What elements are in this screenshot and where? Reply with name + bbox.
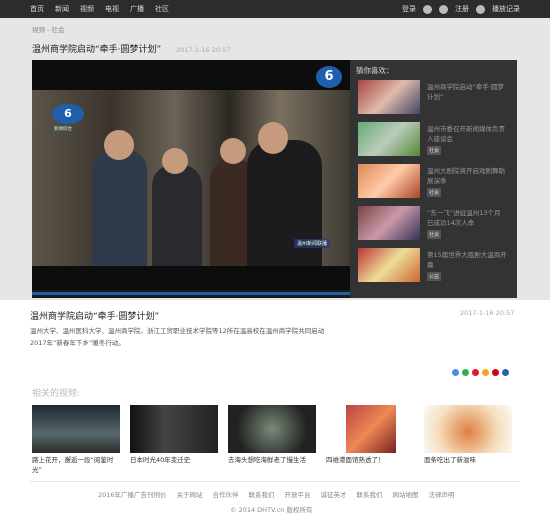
player-controls[interactable] — [32, 290, 350, 298]
info-date: 2017-1-16 20:57 — [460, 309, 515, 317]
recommend-item[interactable]: “东一飞”进驻温州13个月 已成功14次人命 社会 — [358, 206, 513, 242]
recommend-title[interactable]: 温州商学院启动“牵手·圆梦计划” — [427, 82, 509, 102]
person-head — [162, 148, 188, 174]
person-figure — [92, 150, 147, 266]
category-badge: 公益 — [427, 272, 442, 281]
footer-link[interactable]: 合作伙伴 — [213, 489, 239, 499]
description-line: 2017年“新春年下乡”暖冬行动。 — [30, 339, 125, 347]
footer-links: 2016年广播广告刊例价 关于网站 合作伙伴 联系我们 开放平台 诚征英才 联系… — [98, 489, 455, 499]
footer-link[interactable]: 网站地图 — [393, 489, 419, 499]
wechat-icon[interactable] — [462, 369, 469, 376]
info-title: 温州商学院启动“牵手·圆梦计划” — [30, 312, 160, 322]
nav-video[interactable]: 视频 — [80, 4, 94, 14]
login-link[interactable]: 登录 — [402, 4, 416, 14]
video-title: 温州商学院启动“牵手·圆梦计划” — [32, 45, 162, 55]
footer-divider — [30, 481, 520, 482]
video-player[interactable]: 6 温州新闻联播 6 新闻综合 — [32, 60, 350, 298]
footer-link[interactable]: 法律声明 — [429, 489, 455, 499]
top-nav-bar: 首页 新闻 视频 电视 广播 社区 登录 注册 播放记录 — [0, 0, 550, 18]
recommend-item[interactable]: 温州商学院启动“牵手·圆梦计划” — [358, 80, 513, 116]
footer-link[interactable]: 2016年广播广告刊例价 — [98, 489, 167, 499]
thumbnail-image[interactable] — [228, 405, 316, 453]
related-item[interactable]: 日本时光40年变迁史 — [130, 405, 218, 465]
person-head — [104, 130, 134, 160]
related-heading: 相关的视频: — [32, 389, 81, 399]
progress-bar[interactable] — [32, 292, 350, 295]
person-figure — [152, 165, 202, 266]
category-badge: 社会 — [427, 230, 442, 239]
pinterest-icon[interactable] — [492, 369, 499, 376]
baidu-icon[interactable] — [502, 369, 509, 376]
related-caption[interactable]: 面条吃出了新滋味 — [424, 455, 512, 465]
user-actions: 登录 注册 播放记录 — [402, 0, 520, 18]
history-link[interactable]: 播放记录 — [492, 4, 520, 14]
nav-news[interactable]: 新闻 — [55, 4, 69, 14]
page-title: 温州商学院启动“牵手·圆梦计划” 2017-1-16 20:57 — [32, 42, 231, 55]
related-item[interactable]: 去海头想吃海鲜老了慢生活 — [228, 405, 316, 465]
person-head — [258, 122, 288, 154]
thumbnail-image[interactable] — [358, 80, 420, 114]
related-caption[interactable]: 四维港面馆熟透了！ — [326, 455, 410, 465]
station-tag: 温州新闻联播 — [293, 239, 330, 248]
recommend-title[interactable]: 第15届世界大瓯剧大温商开幕 — [427, 250, 509, 270]
channel-logo-icon: 6 — [316, 66, 342, 88]
weibo-icon[interactable] — [423, 4, 432, 14]
video-date: 2017-1-16 20:57 — [176, 46, 231, 54]
thumbnail-image[interactable] — [130, 405, 218, 453]
recommend-sidebar: 猜你喜欢： 温州商学院启动“牵手·圆梦计划” 温州市委召开新闻媒体负责人座谈会 … — [350, 60, 517, 298]
footer-link[interactable]: 联系我们 — [249, 489, 275, 499]
footer-link[interactable]: 开放平台 — [285, 489, 311, 499]
related-caption[interactable]: 路上花开，邂逅一段“阅鉴时光” — [32, 455, 120, 475]
thumbnail-image[interactable] — [424, 405, 512, 453]
sidebar-heading: 猜你喜欢： — [356, 66, 394, 75]
related-item[interactable]: 面条吃出了新滋味 — [424, 405, 512, 465]
footer-link[interactable]: 诚征英才 — [321, 489, 347, 499]
recommend-title[interactable]: “东一飞”进驻温州13个月 已成功14次人命 — [427, 208, 509, 228]
channel-label: 新闻综合 — [54, 127, 72, 132]
station-logo-icon: 6 — [52, 104, 84, 124]
nav-tv[interactable]: 电视 — [105, 4, 119, 14]
qzone-icon[interactable] — [482, 369, 489, 376]
thumbnail-image[interactable] — [358, 206, 420, 240]
footer-link[interactable]: 关于网站 — [177, 489, 203, 499]
share-bar — [452, 369, 509, 376]
recommend-item[interactable]: 温州市委召开新闻媒体负责人座谈会 社会 — [358, 122, 513, 158]
nav-community[interactable]: 社区 — [155, 4, 169, 14]
register-link[interactable]: 注册 — [455, 4, 469, 14]
copyright: © 2014 DHTV.cn 版权所有 — [230, 506, 313, 514]
thumbnail-image[interactable] — [358, 164, 420, 198]
nav-home[interactable]: 首页 — [30, 4, 44, 14]
thumbnail-image[interactable] — [358, 248, 420, 282]
recommend-title[interactable]: 温州市委召开新闻媒体负责人座谈会 — [427, 124, 509, 144]
clock-icon — [476, 4, 485, 14]
recommend-item[interactable]: 温州大剧院将开启戏剧舞蹈展演季 社会 — [358, 164, 513, 200]
category-badge: 社会 — [427, 188, 442, 197]
qq-icon[interactable] — [439, 4, 448, 14]
recommend-item[interactable]: 第15届世界大瓯剧大温商开幕 公益 — [358, 248, 513, 284]
related-item[interactable]: 四维港面馆熟透了！ — [326, 405, 410, 465]
related-caption[interactable]: 去海头想吃海鲜老了慢生活 — [228, 455, 316, 465]
thumbnail-image[interactable] — [32, 405, 120, 453]
category-badge: 社会 — [427, 146, 442, 155]
share-plus-icon[interactable] — [452, 369, 459, 376]
person-head — [220, 138, 246, 164]
related-item[interactable]: 路上花开，邂逅一段“阅鉴时光” — [32, 405, 120, 475]
breadcrumb[interactable]: 视频 - 社会 — [32, 24, 64, 34]
related-caption[interactable]: 日本时光40年变迁史 — [130, 455, 218, 465]
thumbnail-image[interactable] — [358, 122, 420, 156]
info-description: 温州大学、温州医科大学、温州商学院、浙江工贸职业技术学院等12所在温高校在温州商… — [30, 325, 390, 349]
main-nav: 首页 新闻 视频 电视 广播 社区 — [30, 0, 169, 18]
footer-link[interactable]: 联系我们 — [357, 489, 383, 499]
weibo-icon[interactable] — [472, 369, 479, 376]
recommend-title[interactable]: 温州大剧院将开启戏剧舞蹈展演季 — [427, 166, 509, 186]
video-info: 温州商学院启动“牵手·圆梦计划” 2017-1-16 20:57 温州大学、温州… — [30, 309, 514, 347]
nav-radio[interactable]: 广播 — [130, 4, 144, 14]
thumbnail-image[interactable] — [346, 405, 396, 453]
description-line: 温州大学、温州医科大学、温州商学院、浙江工贸职业技术学院等12所在温高校在温州商… — [30, 327, 325, 335]
